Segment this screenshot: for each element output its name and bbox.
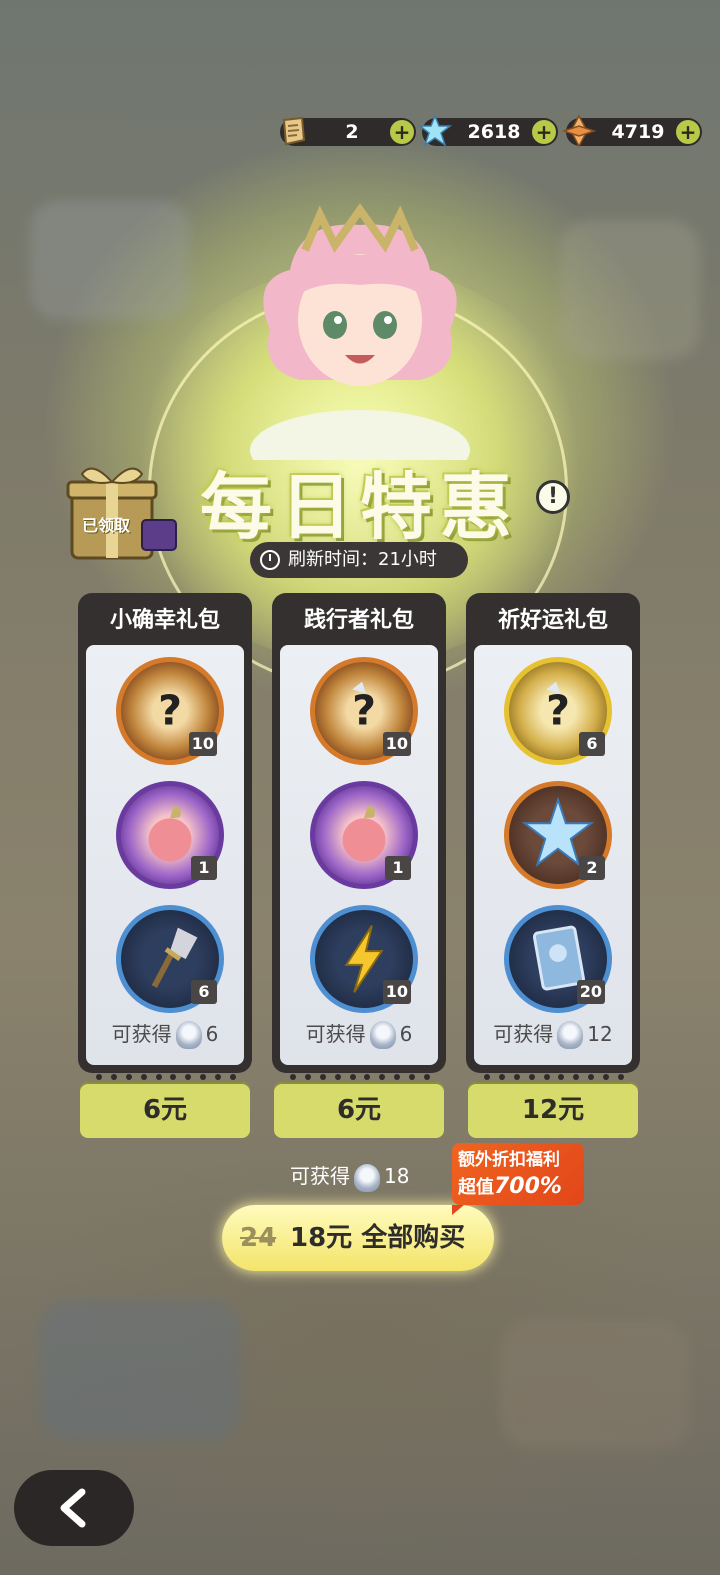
event-title: 每日特惠 (199, 465, 520, 549)
add-scroll-button[interactable]: + (390, 120, 414, 144)
pack-gain: 可获得 6 (280, 1018, 438, 1049)
pack-card: 小确幸礼包 ? 10 1 6 可获得 6 (78, 593, 252, 1073)
add-gem-button[interactable]: + (676, 120, 700, 144)
currency-value: 2618 (467, 121, 521, 143)
pack-name: 祈好运礼包 (497, 608, 608, 633)
pack-card: 践行者礼包 ? 10 1 10 可获得 6 (272, 593, 446, 1073)
refresh-label: 刷新时间：21小时 (288, 549, 437, 570)
apple-icon[interactable]: 1 (116, 781, 224, 889)
buy-all-label: 18元 全部购买 (290, 1223, 466, 1253)
pack-price-button[interactable]: 12元 (468, 1082, 638, 1138)
pack-items-panel: ? 10 1 6 可获得 6 (86, 645, 244, 1065)
gain-label: 可获得 (305, 1021, 366, 1046)
gain-value: 18 (384, 1164, 410, 1188)
background-blur-shape (30, 200, 190, 320)
gain-label: 可获得 (111, 1021, 172, 1046)
pack-price-button[interactable]: 6元 (80, 1082, 250, 1138)
background-blur-shape (560, 220, 700, 360)
clock-icon (260, 550, 280, 570)
refresh-timer: 刷新时间：21小时 (250, 542, 468, 578)
currency-value: 4719 (611, 121, 665, 143)
promo-value: 700% (494, 1174, 562, 1199)
gift-status: 已领取 (82, 516, 131, 535)
original-price: 24 (240, 1223, 277, 1253)
currency-crystal: 2618 + (418, 114, 558, 147)
chevron-left-icon (60, 1488, 86, 1528)
pack-gain: 可获得 12 (474, 1018, 632, 1049)
gem-icon (562, 114, 596, 148)
pack-card: 祈好运礼包 ? 6 2 20 可获得 12 (466, 593, 640, 1073)
pack-name: 践行者礼包 (303, 608, 414, 633)
ticket-perforation (290, 1074, 430, 1082)
item-count: 6 (579, 732, 605, 756)
pack-name: 小确幸礼包 (109, 608, 220, 633)
svg-text:?: ? (158, 687, 182, 735)
pack-items-panel: ? 10 1 10 可获得 6 (280, 645, 438, 1065)
gain-label: 可获得 (290, 1164, 350, 1188)
gain-label: 可获得 (493, 1021, 554, 1046)
promo-badge: 额外折扣福利 超值700% (452, 1143, 584, 1215)
crystal-icon (418, 114, 452, 147)
promo-prefix: 超值 (458, 1177, 494, 1198)
crystal-icon[interactable]: 2 (504, 781, 612, 889)
badge-icon (175, 1021, 202, 1049)
lightning-icon[interactable]: 10 (310, 905, 418, 1013)
item-count: 6 (191, 980, 217, 1004)
gain-value: 6 (205, 1021, 219, 1046)
background-blur-shape (500, 1320, 690, 1450)
ticket-perforation (484, 1074, 624, 1082)
add-crystal-button[interactable]: + (532, 120, 556, 144)
item-count: 2 (579, 856, 605, 880)
background-blur-shape (40, 1300, 240, 1440)
item-count: 1 (385, 856, 411, 880)
svg-text:?: ? (352, 687, 376, 735)
ticket-perforation (96, 1074, 236, 1082)
gain-value: 6 (399, 1021, 413, 1046)
shovel-icon[interactable]: 6 (116, 905, 224, 1013)
promo-line1: 额外折扣福利 (458, 1150, 560, 1170)
svg-text:?: ? (546, 687, 570, 735)
apple-icon[interactable]: 1 (310, 781, 418, 889)
item-count: 1 (191, 856, 217, 880)
scroll-icon (282, 116, 306, 146)
item-count: 10 (382, 980, 411, 1004)
pack-gain: 可获得 6 (86, 1018, 244, 1049)
item-count: 10 (382, 732, 411, 756)
pack-price-button[interactable]: 6元 (274, 1082, 444, 1138)
promo-line2: 超值700% (458, 1173, 578, 1202)
badge-icon (369, 1021, 396, 1049)
item-count: 20 (576, 980, 605, 1004)
mystery-shard-winged-icon[interactable]: ? 10 (310, 657, 418, 765)
total-gain: 可获得 18 (290, 1160, 409, 1192)
info-icon[interactable]: ! (536, 480, 570, 514)
character-portrait (250, 203, 470, 460)
pack-items-panel: ? 6 2 20 可获得 12 (474, 645, 632, 1065)
badge-icon (354, 1163, 380, 1192)
gain-value: 12 (587, 1021, 613, 1046)
card-icon[interactable]: 20 (504, 905, 612, 1013)
badge-icon (557, 1021, 584, 1049)
currency-gem: 4719 + (562, 114, 702, 148)
back-button[interactable] (14, 1470, 134, 1546)
item-count: 10 (188, 732, 217, 756)
mystery-shard-gold-icon[interactable]: ? 6 (504, 657, 612, 765)
currency-scroll: 2 + (280, 116, 416, 146)
currency-value: 2 (345, 121, 359, 143)
mystery-shard-icon[interactable]: ? 10 (116, 657, 224, 765)
